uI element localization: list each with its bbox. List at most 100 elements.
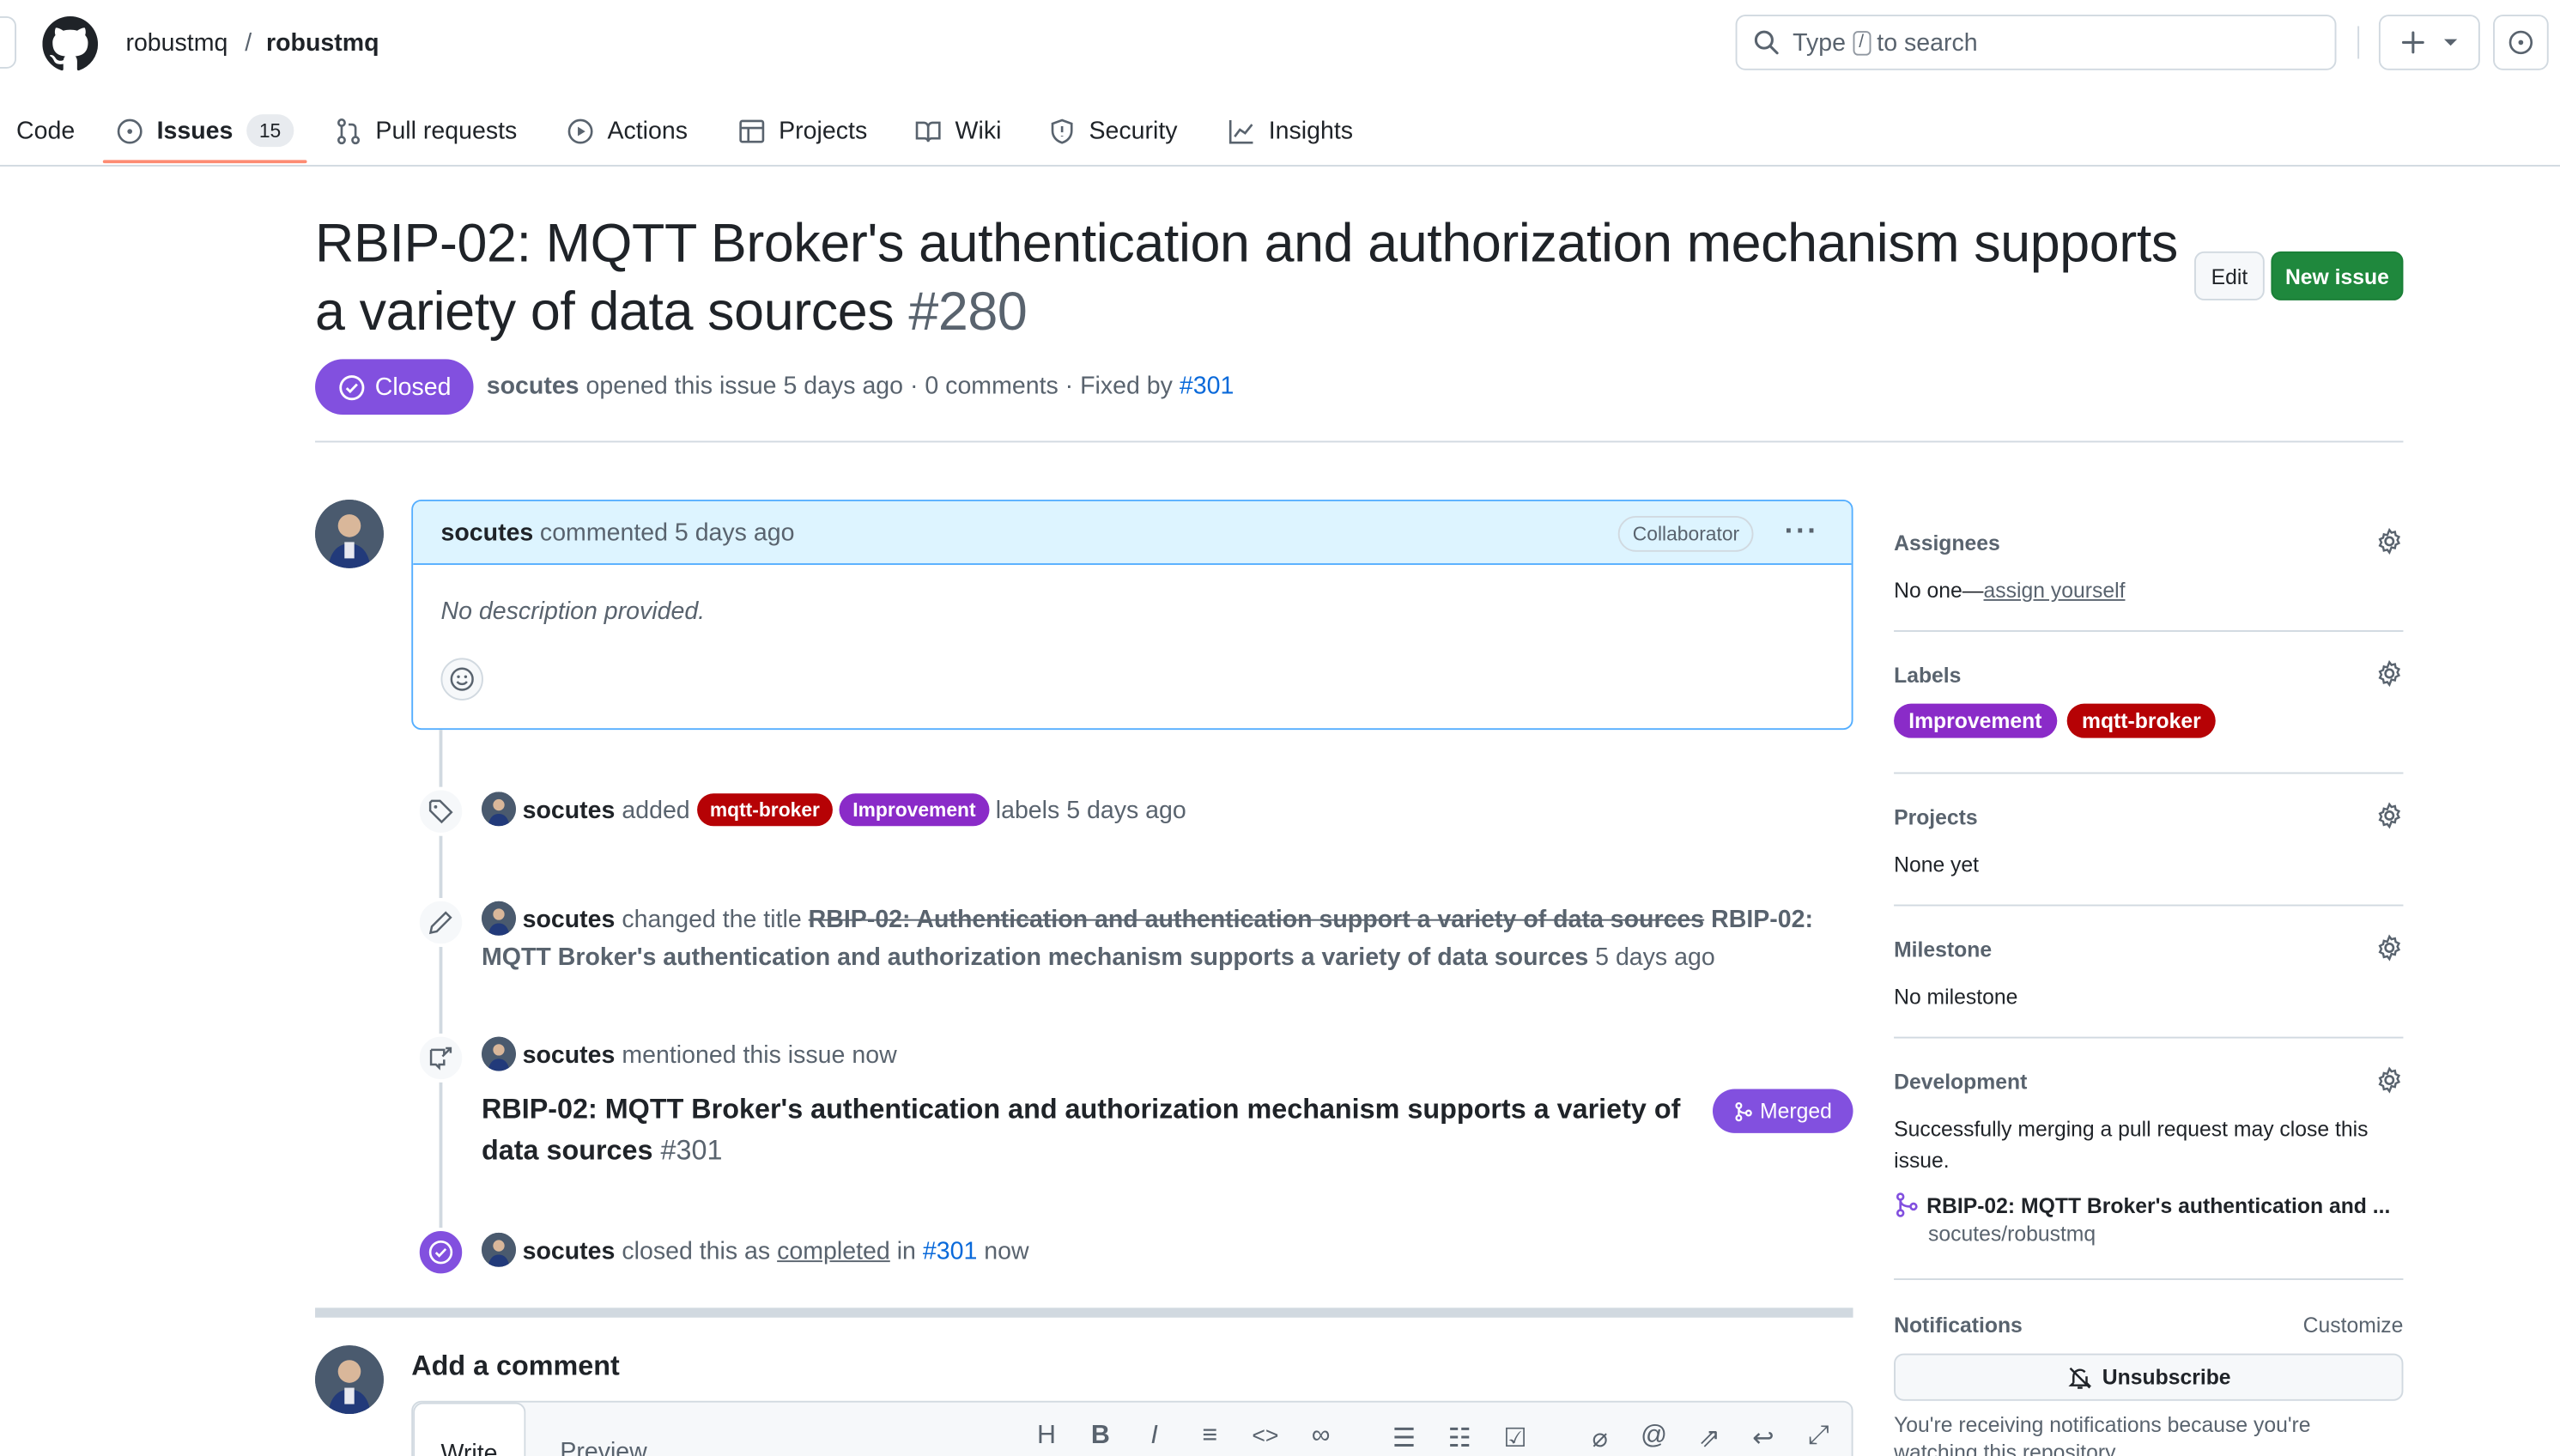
search-suffix: to search	[1877, 28, 1978, 57]
event-author[interactable]: socutes	[523, 1041, 616, 1069]
avatar[interactable]	[482, 792, 516, 827]
event-suffix[interactable]: now	[984, 1238, 1028, 1265]
tab-label: Security	[1089, 116, 1178, 145]
event-author[interactable]: socutes	[523, 1238, 616, 1265]
referenced-pr-title[interactable]: RBIP-02: MQTT Broker's authentication an…	[482, 1089, 1689, 1171]
projects-value: None yet	[1894, 852, 1980, 877]
git-merge-icon	[1896, 1192, 1918, 1217]
avatar-image	[315, 1345, 384, 1414]
issue-author[interactable]: socutes	[487, 373, 579, 400]
avatar[interactable]	[482, 1036, 516, 1071]
book-icon	[915, 120, 941, 142]
close-reason-link[interactable]: completed	[777, 1238, 890, 1265]
unsubscribe-label: Unsubscribe	[2102, 1364, 2231, 1390]
unordered-list-icon[interactable]: ☷	[1441, 1422, 1477, 1454]
tab-projects[interactable]: Projects	[738, 94, 867, 167]
avatar[interactable]	[315, 1345, 384, 1414]
linked-pr[interactable]: RBIP-02: MQTT Broker's authentication an…	[1894, 1192, 2403, 1217]
app-header: robustmq / robustmq Type / to search Cod…	[0, 0, 2560, 167]
linked-pr-title[interactable]: RBIP-02: MQTT Broker's authentication an…	[1926, 1192, 2390, 1217]
milestone-value: No milestone	[1894, 984, 2018, 1010]
new-issue-button[interactable]: New issue	[2271, 251, 2404, 300]
quote-icon[interactable]: ≡	[1192, 1422, 1228, 1451]
sidebar-divider	[1894, 904, 2404, 907]
tab-issues[interactable]: Issues 15	[116, 94, 294, 167]
paperclip-icon[interactable]: ⌀	[1582, 1422, 1618, 1454]
preview-tab[interactable]: Preview	[534, 1422, 673, 1456]
graph-icon	[1228, 119, 1253, 143]
cross-reference-icon	[416, 1033, 466, 1083]
unsubscribe-button[interactable]: Unsubscribe	[1894, 1353, 2404, 1401]
reply-icon[interactable]: ↩	[1745, 1422, 1781, 1454]
code-icon[interactable]: <>	[1247, 1422, 1283, 1447]
customize-notifications-link[interactable]: Customize	[2303, 1313, 2404, 1338]
avatar[interactable]	[315, 499, 384, 568]
mention-icon[interactable]: @	[1636, 1422, 1672, 1451]
breadcrumb-repo[interactable]: robustmq	[266, 27, 379, 60]
label-improvement[interactable]: Improvement	[1894, 703, 2057, 738]
fullscreen-icon[interactable]: ⤢	[1801, 1422, 1837, 1451]
issue-closed-icon	[416, 1228, 466, 1277]
label-mqtt-broker[interactable]: mqtt-broker	[2066, 703, 2216, 738]
breadcrumb-owner[interactable]: robustmq	[125, 27, 227, 60]
issue-meta: socutes opened this issue 5 days ago · 0…	[487, 371, 1235, 403]
assign-yourself-link[interactable]: assign yourself	[1984, 578, 2126, 603]
comment-timestamp[interactable]: commented 5 days ago	[540, 519, 795, 546]
search-input[interactable]: Type / to search	[1735, 15, 2337, 70]
cross-reference-icon[interactable]: ⇗	[1691, 1422, 1727, 1454]
tab-label: Code	[16, 116, 76, 145]
fixed-by-link[interactable]: #301	[1180, 373, 1234, 400]
tab-label: Actions	[607, 116, 689, 145]
tab-actions[interactable]: Actions	[567, 94, 688, 167]
tab-wiki[interactable]: Wiki	[914, 94, 1001, 167]
heading-icon[interactable]: H	[1028, 1422, 1065, 1451]
github-logo-icon[interactable]	[42, 16, 99, 72]
repo-nav: Code Issues 15 Pull requests Actions Pro…	[0, 94, 2560, 167]
timeline-event-referenced: socutes mentioned this issue now	[482, 1036, 897, 1075]
issue-title-text: RBIP-02: MQTT Broker's authentication an…	[315, 212, 2178, 342]
gear-icon[interactable]	[2375, 802, 2403, 829]
your-issues-button[interactable]	[2493, 15, 2549, 70]
label-mqtt-broker[interactable]: mqtt-broker	[696, 793, 834, 827]
event-verb: closed this as	[622, 1237, 771, 1265]
edit-title-button[interactable]: Edit	[2194, 251, 2265, 300]
italic-icon[interactable]: I	[1137, 1422, 1173, 1451]
tab-code[interactable]: Code	[16, 94, 75, 167]
comment-author[interactable]: socutes	[440, 519, 533, 546]
avatar[interactable]	[482, 901, 516, 936]
menu-button[interactable]	[0, 16, 17, 69]
tab-insights[interactable]: Insights	[1228, 94, 1353, 167]
gear-icon[interactable]	[2375, 527, 2403, 555]
label-improvement[interactable]: Improvement	[840, 793, 989, 827]
task-list-icon[interactable]: ☑	[1497, 1422, 1533, 1454]
link-icon[interactable]: ∞	[1303, 1422, 1339, 1451]
tab-label: Issues	[156, 116, 234, 145]
search-shortcut-key: /	[1852, 30, 1871, 55]
tab-label: Insights	[1268, 116, 1354, 145]
sidebar-section-title: Development	[1894, 1069, 2028, 1095]
sidebar-assignees: Assignees No one—assign yourself	[1894, 527, 2403, 605]
ordered-list-icon[interactable]: ☰	[1386, 1422, 1423, 1454]
create-new-button[interactable]	[2378, 15, 2480, 70]
event-verb: changed the title	[622, 906, 802, 934]
avatar[interactable]	[482, 1232, 516, 1267]
comment-options-icon[interactable]: ···	[1785, 514, 1819, 549]
tab-security[interactable]: Security	[1048, 94, 1178, 167]
gear-icon[interactable]	[2375, 1066, 2403, 1094]
event-suffix[interactable]: 5 days ago	[1595, 943, 1715, 971]
closing-pr-link[interactable]: #301	[923, 1238, 977, 1265]
status-label: Closed	[374, 373, 452, 401]
gear-icon[interactable]	[2375, 934, 2403, 962]
merged-label: Merged	[1760, 1098, 1832, 1124]
event-suffix[interactable]: labels 5 days ago	[996, 797, 1186, 824]
sidebar-labels: Labels Improvement mqtt-broker	[1894, 659, 2403, 738]
bold-icon[interactable]: B	[1083, 1422, 1119, 1451]
gear-icon[interactable]	[2375, 659, 2403, 688]
tab-pull-requests[interactable]: Pull requests	[335, 94, 517, 167]
event-author[interactable]: socutes	[523, 797, 616, 824]
write-tab[interactable]: Write	[413, 1402, 525, 1456]
sidebar-divider	[1894, 772, 2404, 774]
sidebar-projects: Projects None yet	[1894, 802, 2403, 880]
event-author[interactable]: socutes	[523, 906, 616, 933]
add-reaction-button[interactable]	[440, 658, 483, 701]
